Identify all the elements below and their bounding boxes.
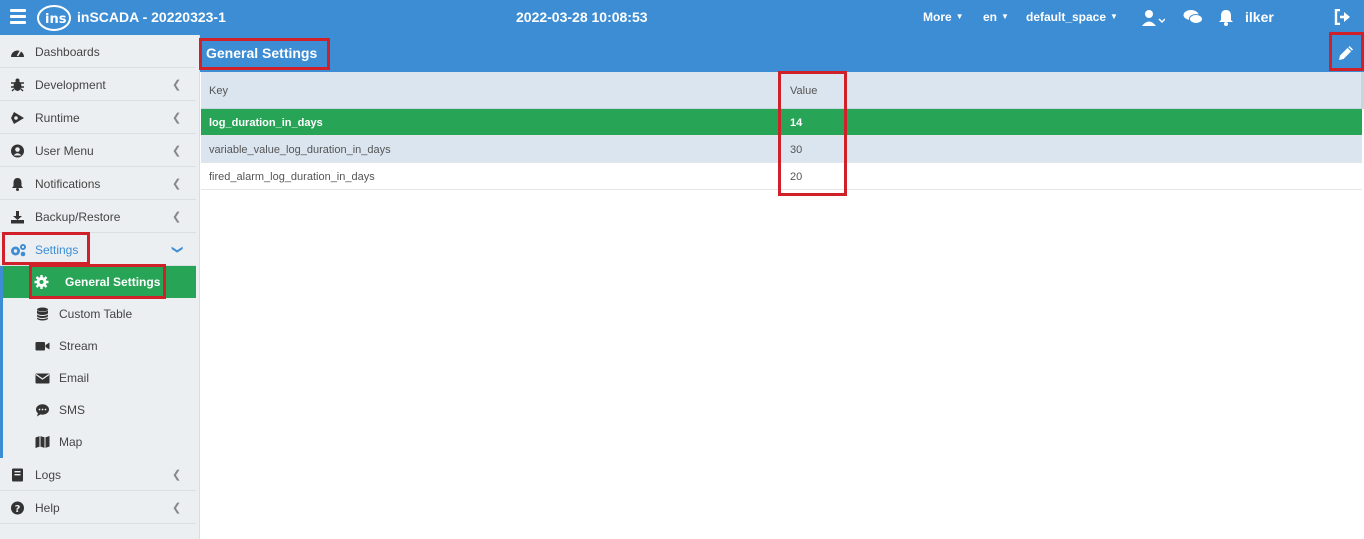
edit-pencil-icon[interactable] [1336, 43, 1356, 63]
sidebar-item-label: Backup/Restore [35, 210, 121, 224]
more-menu[interactable]: More ▼ [923, 10, 964, 24]
sidebar: Dashboards Development ❮ Runtime ❮ User … [0, 35, 200, 539]
book-icon [12, 468, 23, 482]
submenu-item-label: Map [59, 435, 83, 449]
chat-icon[interactable] [1183, 9, 1203, 26]
app-title: inSCADA - 20220323-1 [77, 9, 226, 25]
submenu-item-label: Stream [59, 339, 98, 353]
sidebar-item-user-menu[interactable]: User Menu ❮ [0, 134, 196, 167]
bell-icon [12, 178, 23, 191]
chevron-down-icon: ▼ [955, 12, 964, 21]
envelope-icon [35, 373, 50, 384]
chevron-down-icon: ▼ [1110, 12, 1118, 21]
table-row[interactable]: log_duration_in_days 14 [201, 109, 1362, 136]
more-menu-label: More [923, 10, 952, 24]
chevron-down-icon: ▼ [1001, 12, 1009, 21]
table-row[interactable]: fired_alarm_log_duration_in_days 20 [201, 163, 1362, 190]
sidebar-item-label: User Menu [35, 144, 94, 158]
sidebar-item-notifications[interactable]: Notifications ❮ [0, 167, 196, 200]
space-select[interactable]: default_space ▼ [1026, 10, 1118, 24]
space-label: default_space [1026, 10, 1107, 24]
svg-text:?: ? [15, 504, 21, 515]
sidebar-item-label: Dashboards [35, 45, 100, 59]
panel-header: General Settings [200, 35, 1364, 72]
submenu-item-label: SMS [59, 403, 86, 417]
play-icon [11, 112, 24, 124]
settings-submenu: General Settings Custom Table Stream Ema… [0, 266, 196, 458]
submenu-item-label: Email [59, 371, 90, 385]
sidebar-item-label: Runtime [35, 111, 80, 125]
header-clock: 2022-03-28 10:08:53 [516, 9, 648, 25]
cell-key: variable_value_log_duration_in_days [209, 144, 391, 156]
cell-key: log_duration_in_days [209, 117, 323, 129]
submenu-item-label: General Settings [65, 275, 161, 289]
sidebar-item-help[interactable]: ? Help ❮ [0, 491, 196, 524]
bug-icon [11, 78, 24, 92]
sidebar-item-runtime[interactable]: Runtime ❮ [0, 101, 196, 134]
video-icon [35, 342, 50, 351]
cell-value: 20 [790, 171, 803, 183]
user-circle-icon [11, 144, 24, 158]
sidebar-item-label: Notifications [35, 177, 101, 191]
cell-value: 14 [790, 117, 803, 129]
sidebar-item-dashboards[interactable]: Dashboards [0, 35, 196, 68]
sidebar-item-label: Settings [35, 243, 79, 257]
cell-key: fired_alarm_log_duration_in_days [209, 171, 375, 183]
chevron-left-icon: ❮ [172, 502, 182, 514]
sidebar-item-logs[interactable]: Logs ❮ [0, 458, 196, 491]
sidebar-item-label: Logs [35, 468, 62, 482]
sidebar-item-development[interactable]: Development ❮ [0, 68, 196, 101]
dashboard-icon [11, 49, 24, 57]
table-header: Key Value [201, 72, 1362, 109]
question-circle-icon: ? [11, 501, 24, 515]
chevron-left-icon: ❮ [172, 79, 182, 91]
column-header-key[interactable]: Key [209, 85, 228, 97]
chevron-left-icon: ❮ [172, 145, 182, 157]
language-label: en [983, 10, 998, 24]
chevron-left-icon: ❮ [172, 178, 182, 190]
sidebar-item-backup-restore[interactable]: Backup/Restore ❮ [0, 200, 196, 233]
submenu-item-general-settings[interactable]: General Settings [3, 266, 196, 298]
logout-icon[interactable] [1334, 9, 1351, 25]
chevron-left-icon: ❮ [172, 112, 182, 124]
chevron-left-icon: ❮ [172, 469, 182, 481]
chevron-left-icon: ❮ [172, 211, 182, 223]
submenu-item-map[interactable]: Map [3, 426, 196, 458]
cogs-icon [11, 244, 26, 257]
submenu-item-email[interactable]: Email [3, 362, 196, 394]
hamburger-menu-icon[interactable] [10, 9, 26, 25]
submenu-item-sms[interactable]: SMS [3, 394, 196, 426]
database-icon [36, 307, 49, 321]
language-select[interactable]: en ▼ [983, 10, 1009, 24]
settings-table: Key Value log_duration_in_days 14 variab… [201, 72, 1362, 190]
cell-value: 30 [790, 144, 803, 156]
inscada-logo-icon: ins [37, 5, 71, 31]
top-bar: ins inSCADA - 20220323-1 2022-03-28 10:0… [0, 0, 1364, 35]
download-icon [11, 211, 24, 224]
bell-icon[interactable] [1218, 9, 1234, 26]
sidebar-item-label: Help [35, 501, 60, 515]
svg-text:ins: ins [45, 12, 67, 27]
map-icon [35, 436, 50, 448]
submenu-item-stream[interactable]: Stream [3, 330, 196, 362]
gear-icon [34, 275, 49, 289]
user-name[interactable]: ilker [1245, 9, 1274, 25]
table-row[interactable]: variable_value_log_duration_in_days 30 [201, 136, 1362, 163]
sidebar-item-settings[interactable]: Settings ❮ [0, 233, 196, 266]
sidebar-item-label: Development [35, 78, 106, 92]
submenu-item-label: Custom Table [59, 307, 133, 321]
submenu-item-custom-table[interactable]: Custom Table [3, 298, 196, 330]
sms-bubble-icon [36, 404, 49, 417]
column-header-value[interactable]: Value [790, 85, 817, 97]
chevron-down-icon: ❮ [171, 244, 184, 255]
page-title: General Settings [206, 45, 318, 61]
user-dropdown-icon[interactable] [1141, 9, 1165, 27]
